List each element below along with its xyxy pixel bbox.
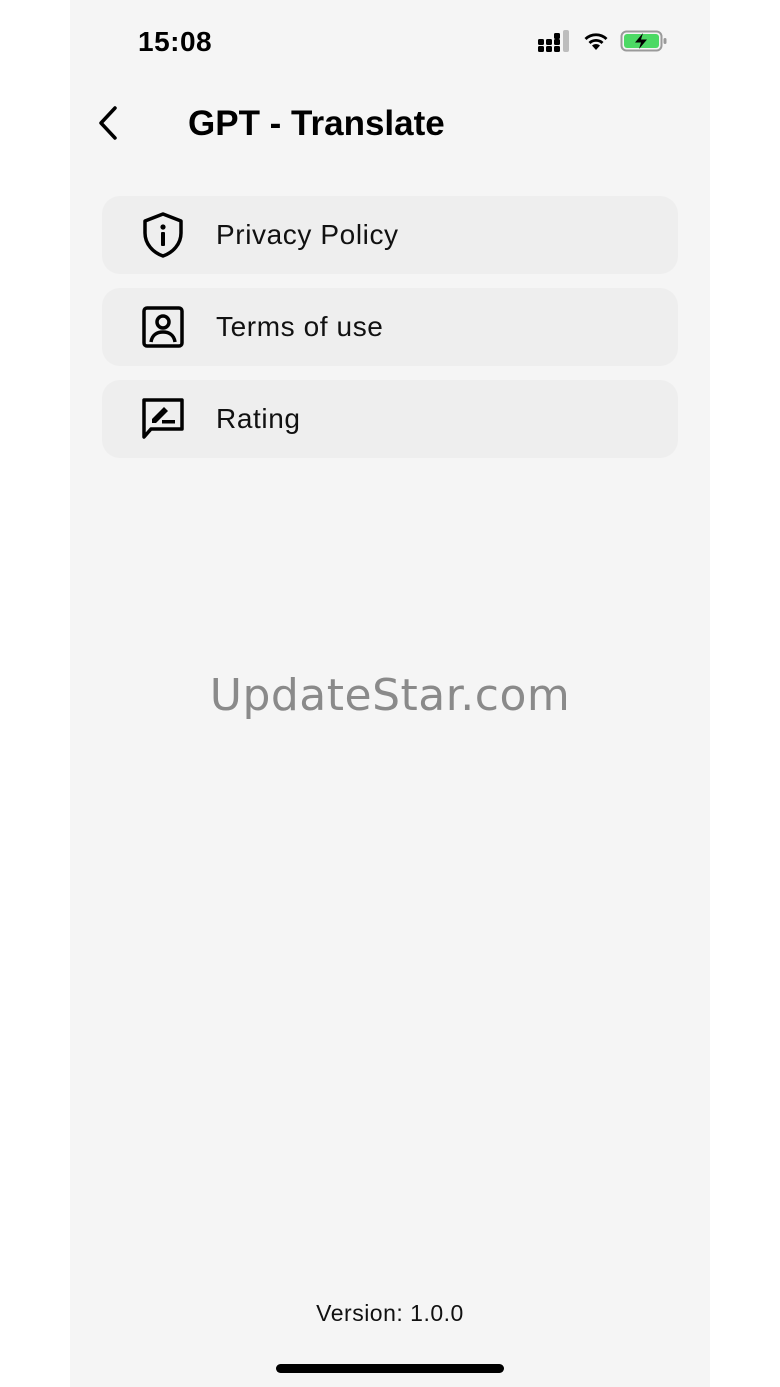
chevron-left-icon bbox=[96, 105, 120, 146]
menu-item-terms-of-use[interactable]: Terms of use bbox=[102, 288, 678, 366]
settings-menu: Privacy Policy Terms of use Rating bbox=[102, 196, 678, 472]
menu-item-label: Privacy Policy bbox=[216, 219, 399, 250]
app-screen: 15:08 GPT - Translate Privacy Policy Ter… bbox=[70, 0, 710, 1387]
watermark-text: UpdateStar.com bbox=[209, 670, 571, 721]
menu-item-label: Rating bbox=[216, 403, 301, 434]
shield-info-icon bbox=[140, 211, 186, 259]
menu-item-label: Terms of use bbox=[216, 311, 384, 342]
back-button[interactable] bbox=[88, 102, 128, 148]
battery-charging-icon bbox=[620, 29, 668, 58]
portrait-user-icon bbox=[140, 303, 186, 351]
wifi-icon bbox=[582, 30, 610, 57]
status-bar: 15:08 bbox=[70, 0, 710, 86]
cellular-signal-icon bbox=[538, 29, 572, 57]
menu-item-rating[interactable]: Rating bbox=[102, 380, 678, 458]
menu-item-privacy-policy[interactable]: Privacy Policy bbox=[102, 196, 678, 274]
page-title: GPT - Translate bbox=[188, 104, 445, 143]
rate-review-icon bbox=[140, 395, 186, 443]
status-icons bbox=[538, 29, 668, 58]
version-label: Version: 1.0.0 bbox=[316, 1300, 464, 1326]
home-indicator[interactable] bbox=[276, 1364, 504, 1373]
status-time: 15:08 bbox=[138, 26, 213, 57]
navigation-bar: GPT - Translate bbox=[70, 90, 710, 160]
